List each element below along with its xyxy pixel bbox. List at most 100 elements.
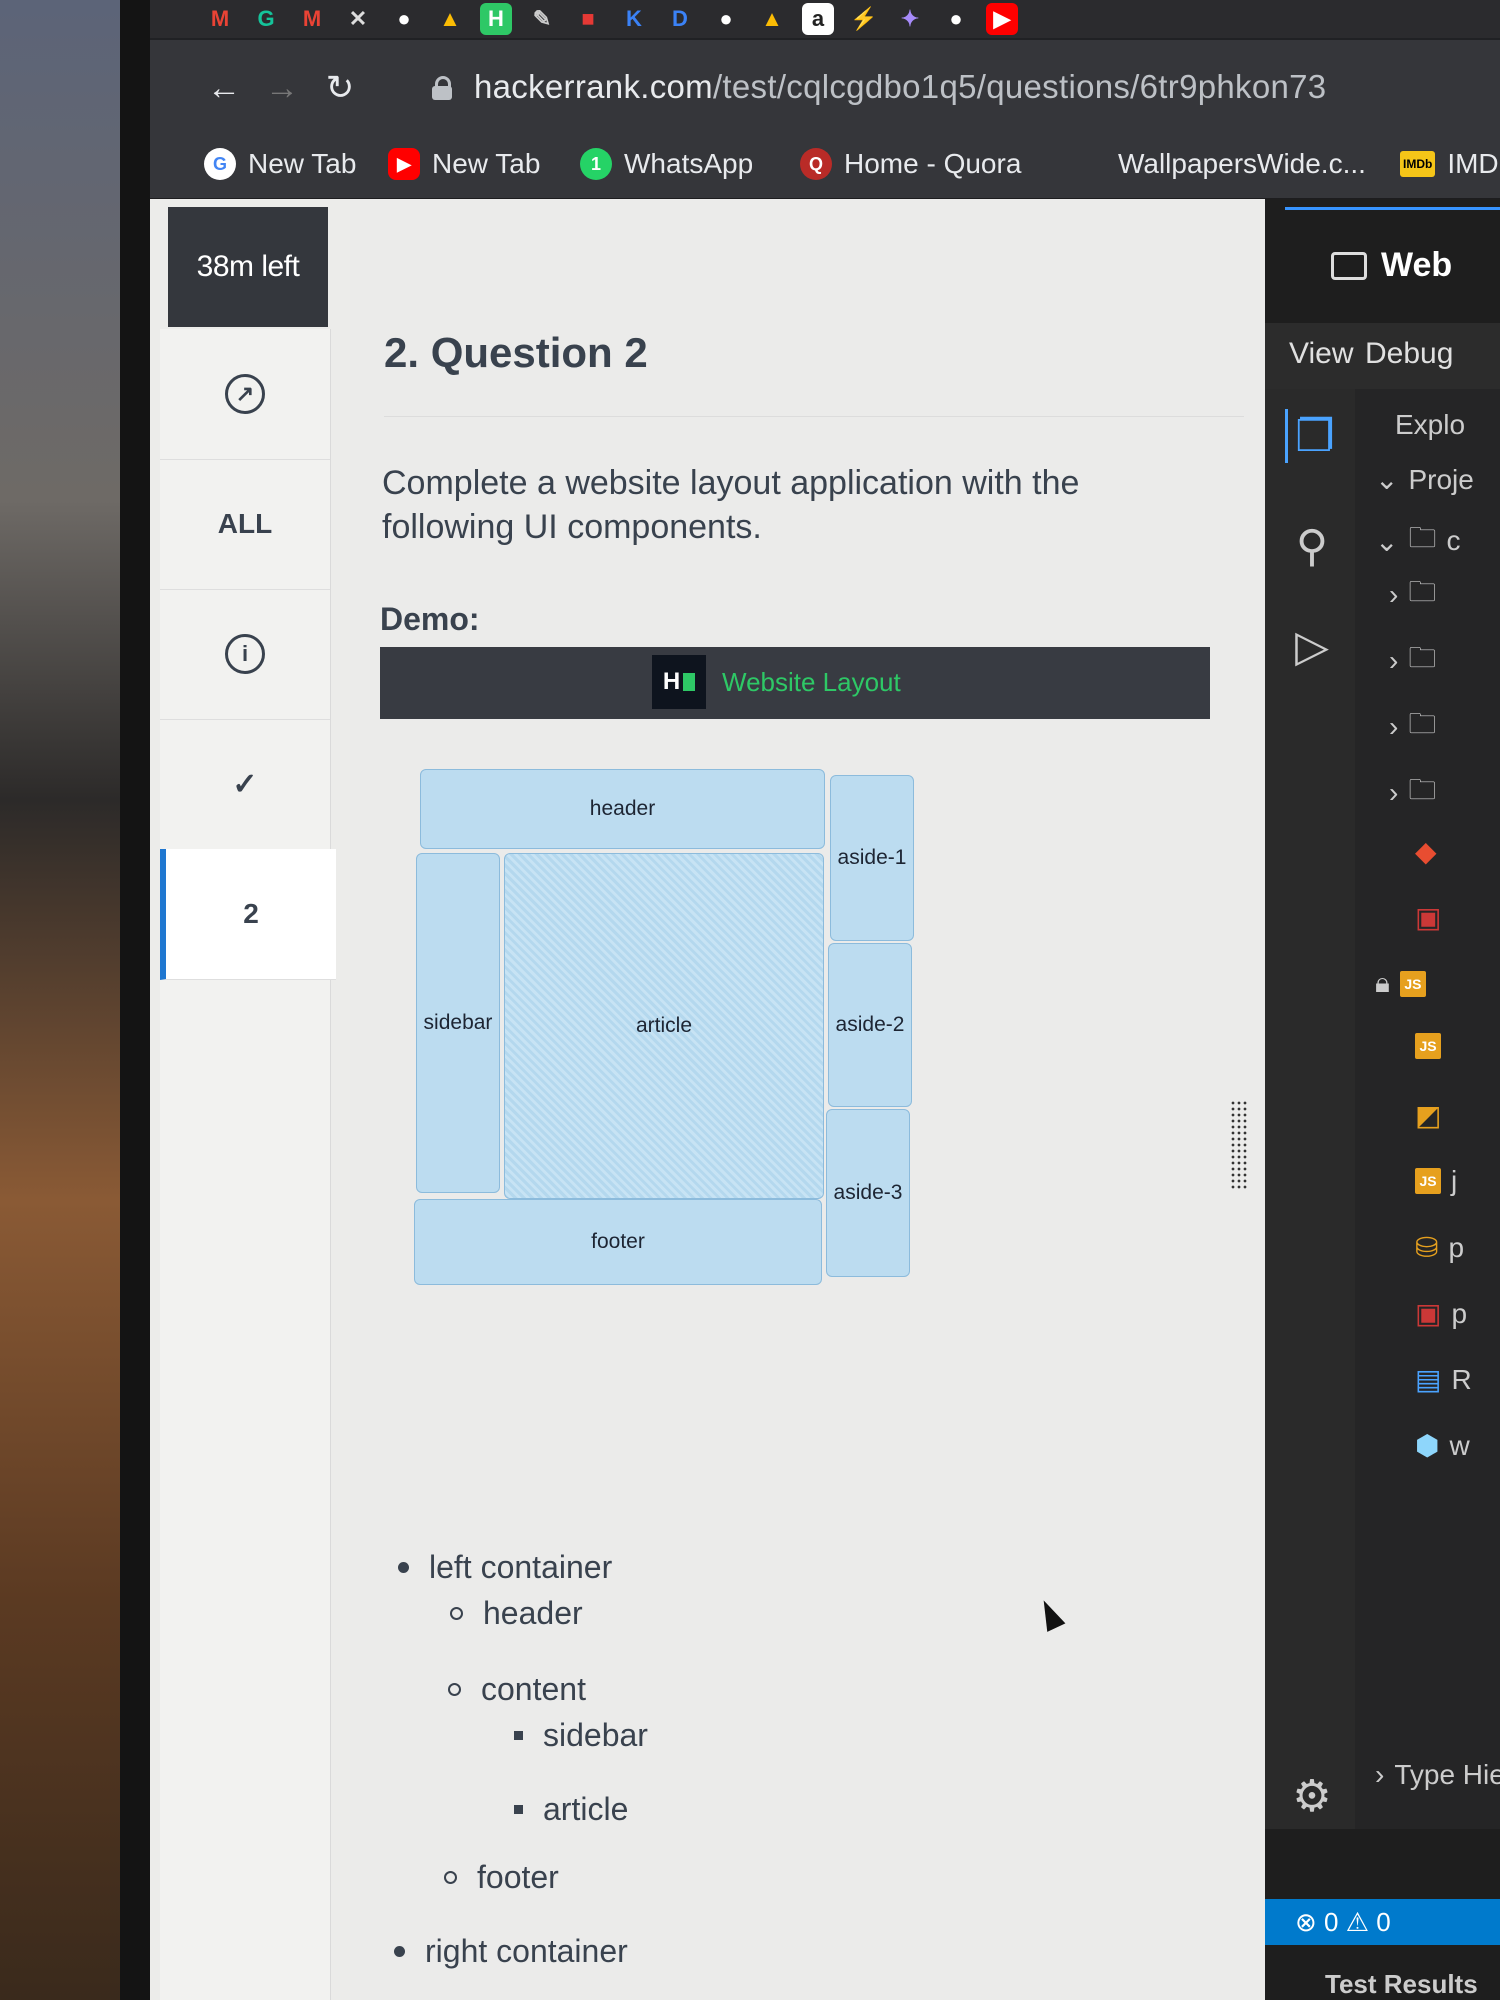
ide-tab-web[interactable]: Web — [1285, 207, 1500, 321]
list-item: header — [450, 1595, 583, 1632]
npm-icon: ▣ — [1415, 902, 1442, 933]
folder-item[interactable]: › 🗀 — [1389, 769, 1436, 817]
address-bar: ← → ↻ hackerrank.com/test/cqlcgdbo1q5/qu… — [150, 40, 1500, 136]
file-item[interactable]: ⛁ p — [1415, 1231, 1464, 1264]
test-results-tab[interactable]: Test Results — [1325, 1969, 1478, 2000]
back-icon[interactable]: ← — [204, 68, 244, 108]
error-icon[interactable]: ⊗ — [1295, 1907, 1317, 1938]
debug-icon[interactable]: ▷ — [1285, 619, 1339, 673]
search-icon[interactable]: ⚲ — [1285, 519, 1339, 573]
layout-sidebar: sidebar — [416, 853, 500, 1193]
github-icon[interactable]: ● — [710, 3, 742, 35]
bookmark-new-tab-youtube[interactable]: ▶ New Tab — [388, 148, 540, 180]
sparkle-icon[interactable]: ✦ — [894, 3, 926, 35]
drive-icon[interactable]: ▲ — [756, 3, 788, 35]
question-1-status[interactable]: ✓ — [160, 719, 330, 850]
amazon-icon[interactable]: a — [802, 3, 834, 35]
folder-icon: 🗀 — [1408, 522, 1437, 553]
ide-tab-label: Web — [1381, 246, 1453, 284]
bookmark-label: IMD — [1447, 148, 1499, 179]
gmail-icon[interactable]: M — [204, 3, 236, 35]
folder-item[interactable]: › 🗀 — [1389, 571, 1436, 619]
bookmark-wallpaperswide[interactable]: WallpapersWide.c... — [1118, 148, 1366, 180]
question-rail: ↗ ALL i ✓ 2 — [160, 329, 336, 2000]
question-description: Complete a website layout application wi… — [382, 464, 1080, 546]
project-label: Proje — [1408, 463, 1474, 495]
list-item: left container — [398, 1549, 612, 1586]
list-item-text: footer — [477, 1859, 559, 1895]
file-item[interactable]: ⬢ w — [1415, 1429, 1470, 1462]
time-left: 38m left — [168, 207, 328, 327]
youtube-icon[interactable]: ▶ — [986, 3, 1018, 35]
github-icon[interactable]: ● — [940, 3, 972, 35]
grammarly-icon[interactable]: G — [250, 3, 282, 35]
bookmark-imdb[interactable]: IMDb IMD — [1400, 148, 1499, 180]
file-item[interactable]: ◆ — [1415, 835, 1437, 868]
file-item[interactable]: ▣ — [1415, 901, 1441, 934]
bolt-icon[interactable]: ⚡ — [848, 3, 880, 35]
close-icon[interactable]: ✕ — [342, 3, 374, 35]
gear-icon[interactable]: ⚙ — [1285, 1769, 1339, 1823]
panel-resize-handle[interactable] — [1230, 1100, 1248, 1190]
file-item[interactable]: ▤ R — [1415, 1363, 1472, 1396]
imdb-icon: IMDb — [1400, 151, 1436, 177]
file-item[interactable]: 🔒︎ JS — [1375, 967, 1426, 1000]
bookmark-whatsapp[interactable]: 1 WhatsApp — [580, 148, 753, 180]
hackerrank-icon[interactable]: H — [480, 3, 512, 35]
forward-icon[interactable]: → — [262, 68, 302, 108]
k-icon[interactable]: K — [618, 3, 650, 35]
list-item: right container — [394, 1933, 628, 1970]
explorer-title-label: Explo — [1395, 409, 1466, 440]
file-item[interactable]: JS — [1415, 1033, 1441, 1059]
webpack-icon: ⬢ — [1415, 1430, 1440, 1461]
folder-label: c — [1446, 525, 1461, 556]
back-to-questions-button[interactable]: ↗ — [160, 329, 330, 460]
type-hierarchy-section[interactable]: › Type Hie — [1375, 1759, 1500, 1791]
folder-root[interactable]: ⌄ 🗀 c — [1375, 517, 1460, 565]
files-icon[interactable]: ❐ — [1285, 409, 1342, 463]
logo-letter: H — [662, 668, 681, 695]
layout-sidebar-label: sidebar — [423, 1011, 493, 1034]
folder-icon: 🗀 — [1408, 708, 1437, 739]
drive-icon[interactable]: ▲ — [434, 3, 466, 35]
d-icon[interactable]: D — [664, 3, 696, 35]
js-file-icon: JS — [1415, 1168, 1441, 1194]
menu-view[interactable]: View — [1289, 337, 1353, 371]
menu-debug[interactable]: Debug — [1365, 337, 1453, 371]
all-questions-button[interactable]: ALL — [160, 459, 330, 590]
warning-icon[interactable]: ⚠ — [1346, 1907, 1369, 1938]
file-label: p — [1448, 1231, 1465, 1263]
reload-icon[interactable]: ↻ — [320, 68, 360, 108]
layout-aside-1-label: aside-1 — [837, 846, 907, 869]
layout-footer: footer — [414, 1199, 822, 1285]
demo-app-header: H Website Layout — [380, 647, 1210, 719]
file-item[interactable]: JS j — [1415, 1165, 1457, 1197]
npm-icon: ▣ — [1415, 1298, 1442, 1329]
pdf-icon[interactable]: ■ — [572, 3, 604, 35]
folder-item[interactable]: › 🗀 — [1389, 703, 1436, 751]
layout-header-label: header — [589, 797, 656, 820]
bookmark-quora[interactable]: Q Home - Quora — [800, 148, 1021, 180]
arrow-icon: ↗ — [225, 374, 265, 414]
bookmark-label: New Tab — [248, 148, 357, 179]
folder-item[interactable]: › 🗀 — [1389, 637, 1436, 685]
bookmark-label: New Tab — [432, 148, 541, 179]
project-section[interactable]: ⌄ Proje — [1375, 463, 1474, 496]
github-icon[interactable]: ● — [388, 3, 420, 35]
question-number: 2 — [243, 898, 259, 929]
ide-menu-bar: View Debug — [1265, 323, 1500, 389]
bookmark-new-tab-google[interactable]: G New Tab — [204, 148, 356, 180]
file-item[interactable]: ▣ p — [1415, 1297, 1467, 1330]
status-bar: ⊗ 0 ⚠ 0 — [1265, 1899, 1500, 1945]
file-item[interactable]: ◩ — [1415, 1099, 1441, 1132]
file-label: R — [1451, 1363, 1472, 1395]
quora-icon: Q — [800, 148, 832, 180]
url-field[interactable]: hackerrank.com/test/cqlcgdbo1q5/question… — [474, 68, 1326, 106]
layout-aside-3: aside-3 — [826, 1109, 910, 1277]
youtube-icon: ▶ — [388, 148, 420, 180]
explorer-panel: Explo ⌄ Proje ⌄ 🗀 c › 🗀 › 🗀 › 🗀 › 🗀 ◆ ▣ 🔒︎ JS JS… — [1355, 389, 1500, 1829]
info-button[interactable]: i — [160, 589, 330, 720]
question-2-item[interactable]: 2 — [160, 849, 336, 980]
pen-icon[interactable]: ✎ — [526, 3, 558, 35]
gmail-icon[interactable]: M — [296, 3, 328, 35]
